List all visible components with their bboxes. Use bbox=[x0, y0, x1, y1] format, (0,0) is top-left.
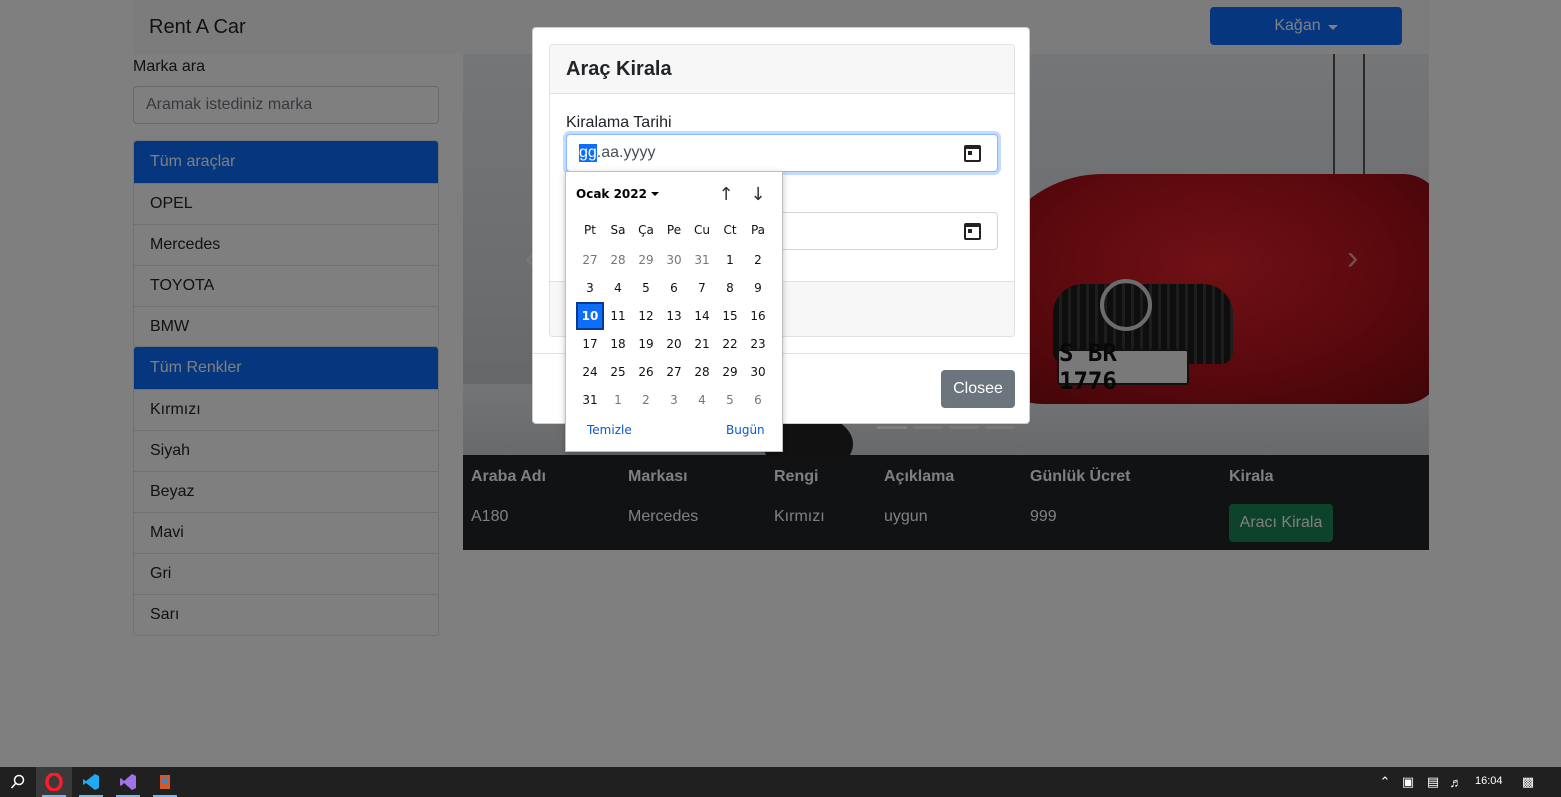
calendar-day[interactable]: 31 bbox=[688, 246, 716, 274]
calendar-day[interactable]: 16 bbox=[744, 302, 772, 330]
calendar-day[interactable]: 5 bbox=[632, 274, 660, 302]
datepicker-popup: Ocak 2022 ↑ ↓ Temizle Bugün Pt Sa Ça Pe Cu Ct… bbox=[565, 171, 783, 452]
date-day-segment[interactable]: gg bbox=[579, 144, 597, 162]
search-icon[interactable] bbox=[0, 767, 36, 797]
calendar-day[interactable]: 15 bbox=[716, 302, 744, 330]
calendar-day[interactable]: 11 bbox=[604, 302, 632, 330]
calendar-day[interactable]: 14 bbox=[688, 302, 716, 330]
calendar-day[interactable]: 23 bbox=[744, 330, 772, 358]
calendar-day[interactable]: 29 bbox=[632, 246, 660, 274]
calendar-day[interactable]: 17 bbox=[576, 330, 604, 358]
calendar-day[interactable]: 5 bbox=[716, 386, 744, 414]
weekday-label: Ct bbox=[723, 223, 737, 237]
close-button[interactable]: Closee bbox=[941, 370, 1015, 408]
visual-studio-icon[interactable] bbox=[110, 767, 146, 797]
rent-date-label: Kiralama Tarihi bbox=[566, 114, 672, 131]
rent-date-input[interactable]: gg .aa.yyyy bbox=[566, 134, 998, 172]
calendar-day[interactable]: 20 bbox=[660, 330, 688, 358]
calendar-day[interactable]: 9 bbox=[744, 274, 772, 302]
calendar-day[interactable]: 6 bbox=[660, 274, 688, 302]
calendar-day[interactable]: 13 bbox=[660, 302, 688, 330]
weekday-label: Ça bbox=[638, 223, 654, 237]
calendar-day[interactable]: 1 bbox=[716, 246, 744, 274]
calendar-day[interactable]: 28 bbox=[604, 246, 632, 274]
chevron-up-icon[interactable]: ⌃ bbox=[1377, 774, 1393, 790]
month-label: Ocak 2022 bbox=[576, 187, 647, 201]
clock[interactable]: 16:04 bbox=[1475, 775, 1503, 787]
modal-title: Araç Kirala bbox=[550, 45, 1014, 94]
calendar-day[interactable]: 8 bbox=[716, 274, 744, 302]
today-link[interactable]: Bugün bbox=[726, 423, 765, 437]
clear-date-link[interactable]: Temizle bbox=[587, 423, 632, 437]
calendar-day[interactable]: 26 bbox=[632, 358, 660, 386]
calendar-day[interactable]: 2 bbox=[744, 246, 772, 274]
calendar-day[interactable]: 4 bbox=[688, 386, 716, 414]
calendar-day[interactable]: 3 bbox=[660, 386, 688, 414]
date-rest-segment[interactable]: .aa.yyyy bbox=[597, 144, 656, 162]
calendar-day[interactable]: 21 bbox=[688, 330, 716, 358]
calendar-day[interactable]: 31 bbox=[576, 386, 604, 414]
network-icon[interactable]: ▣ bbox=[1400, 774, 1416, 790]
calendar-day[interactable]: 12 bbox=[632, 302, 660, 330]
weekday-label: Cu bbox=[694, 223, 710, 237]
calendar-icon[interactable] bbox=[964, 145, 981, 162]
app-icon[interactable] bbox=[147, 767, 183, 797]
calendar-day[interactable]: 28 bbox=[688, 358, 716, 386]
calendar-day[interactable]: 4 bbox=[604, 274, 632, 302]
volume-icon[interactable]: ♬ bbox=[1448, 774, 1464, 790]
arrow-down-icon[interactable]: ↓ bbox=[748, 184, 768, 205]
vscode-icon[interactable] bbox=[73, 767, 109, 797]
weekday-label: Pe bbox=[666, 223, 682, 237]
calendar-day[interactable]: 24 bbox=[576, 358, 604, 386]
calendar-day[interactable]: 27 bbox=[660, 358, 688, 386]
calendar-day[interactable]: 22 bbox=[716, 330, 744, 358]
caret-down-icon bbox=[650, 192, 659, 196]
arrow-up-icon[interactable]: ↑ bbox=[716, 184, 736, 205]
taskbar: ⌃ ▣ ▤ ♬ 16:04 ▩ bbox=[0, 767, 1561, 797]
weekday-label: Pt bbox=[584, 223, 596, 237]
calendar-day[interactable]: 30 bbox=[660, 246, 688, 274]
calendar-day[interactable]: 2 bbox=[632, 386, 660, 414]
calendar-day[interactable]: 19 bbox=[632, 330, 660, 358]
calendar-day[interactable]: 3 bbox=[576, 274, 604, 302]
calendar-day[interactable]: 29 bbox=[716, 358, 744, 386]
calendar-day[interactable]: 27 bbox=[576, 246, 604, 274]
opera-browser-icon[interactable] bbox=[36, 767, 72, 797]
calendar-day[interactable]: 10 bbox=[576, 302, 604, 330]
calendar-day[interactable]: 25 bbox=[604, 358, 632, 386]
camera-icon[interactable]: ▤ bbox=[1425, 774, 1441, 790]
weekday-label: Sa bbox=[610, 223, 626, 237]
notification-icon[interactable]: ▩ bbox=[1520, 774, 1536, 790]
calendar-day[interactable]: 18 bbox=[604, 330, 632, 358]
calendar-day[interactable]: 30 bbox=[744, 358, 772, 386]
calendar-day[interactable]: 1 bbox=[604, 386, 632, 414]
calendar-day[interactable]: 7 bbox=[688, 274, 716, 302]
weekday-label: Pa bbox=[750, 223, 766, 237]
calendar-icon[interactable] bbox=[964, 223, 981, 240]
calendar-day[interactable]: 6 bbox=[744, 386, 772, 414]
month-selector[interactable]: Ocak 2022 bbox=[576, 187, 659, 201]
